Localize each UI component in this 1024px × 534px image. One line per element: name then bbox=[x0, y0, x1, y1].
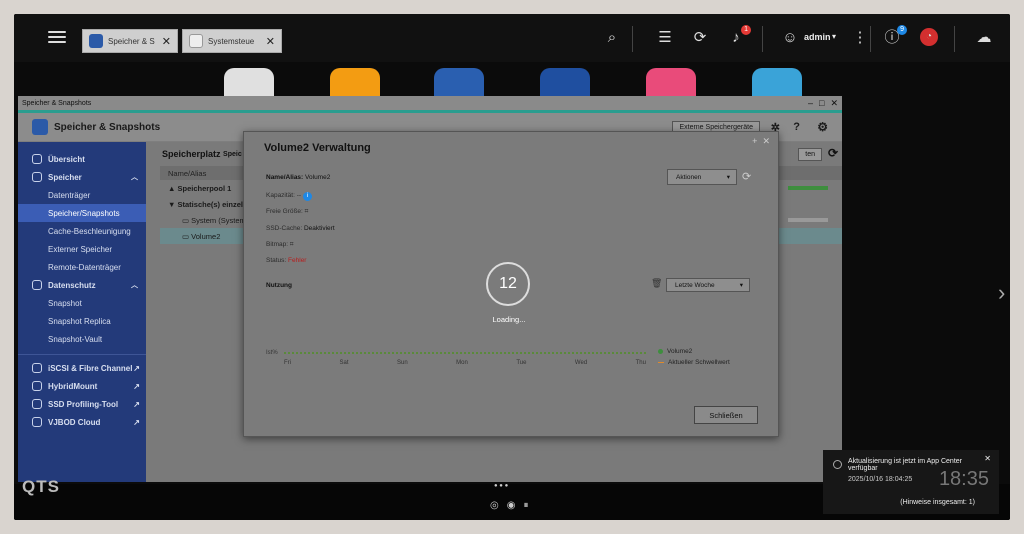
sidebar-item-remote[interactable]: Remote-Datenträger bbox=[18, 258, 146, 276]
pause-icon[interactable]: ⏸ bbox=[523, 500, 528, 511]
chevron-down-icon[interactable]: ▾ bbox=[832, 32, 836, 41]
usage-label: Nutzung bbox=[266, 282, 292, 289]
sidebar-item-external[interactable]: Externer Speicher bbox=[18, 240, 146, 258]
cloud-disk-icon bbox=[32, 417, 42, 427]
refresh-icon[interactable]: ⟳ bbox=[742, 170, 751, 183]
maximize-icon[interactable]: □ bbox=[819, 98, 824, 109]
storage-app-icon bbox=[89, 34, 103, 48]
actions-dropdown[interactable]: Aktionen ▾ bbox=[667, 169, 737, 185]
search-icon[interactable]: ⌕ bbox=[602, 28, 622, 48]
dock-tools: ◎ ◉ ⏸ bbox=[490, 500, 528, 511]
status-value: Fehler bbox=[288, 257, 307, 264]
help-icon[interactable]: ? bbox=[793, 121, 800, 133]
qts-logo: QTS bbox=[22, 477, 60, 496]
trash-icon[interactable]: 🗑 bbox=[651, 278, 662, 289]
sync-icon[interactable]: ⟳ bbox=[690, 28, 710, 48]
external-link-icon: ↗ bbox=[133, 417, 140, 427]
volume-management-dialog: Volume2 Verwaltung + ✕ Name/Alias: Volum… bbox=[243, 131, 779, 437]
volume-name: Volume2 bbox=[305, 174, 331, 181]
window-titlebar: Speicher & Snapshots – □ ✕ bbox=[18, 96, 842, 110]
chevron-up-icon: ︿ bbox=[131, 282, 138, 289]
bell-icon[interactable]: ♪ 1 bbox=[726, 25, 751, 48]
gear-icon bbox=[189, 34, 203, 48]
sidebar: Übersicht Speicher ︿ Datenträger Speicher… bbox=[18, 142, 146, 482]
shield-icon bbox=[32, 280, 42, 290]
sidebar-item-vjbod[interactable]: VJBOD Cloud ↗ bbox=[18, 413, 146, 431]
sidebar-item-snapshot-vault[interactable]: Snapshot-Vault bbox=[18, 330, 146, 348]
more-icon[interactable]: ⋮ bbox=[850, 28, 870, 48]
settings-icon[interactable]: ⚙ bbox=[817, 120, 828, 134]
chevron-right-icon[interactable]: › bbox=[998, 280, 1005, 306]
range-select[interactable]: Letzte Woche ▾ bbox=[666, 278, 750, 292]
chevron-up-icon: ︿ bbox=[131, 174, 138, 181]
dashboard-icon[interactable]: ◎ bbox=[490, 500, 499, 511]
dashboard-icon bbox=[32, 154, 42, 164]
tab-storage[interactable]: Speicher & S ✕ bbox=[82, 29, 178, 53]
usage-bar bbox=[788, 218, 828, 222]
x-axis: Fri Sat Sun Mon Tue Wed Thu bbox=[284, 360, 646, 366]
page-dots[interactable]: ● ● ● bbox=[494, 483, 508, 489]
volume-line bbox=[284, 352, 646, 354]
tasks-icon[interactable]: ☰ bbox=[655, 28, 675, 48]
notification-badge: 1 bbox=[741, 25, 751, 35]
clock: 18:35 bbox=[938, 468, 989, 490]
legend-threshold: Aktueller Schwellwert bbox=[658, 359, 730, 366]
notification-toast: ✕ Aktualisierung ist jetzt im App Center… bbox=[823, 450, 999, 514]
dialog-title: Volume2 Verwaltung bbox=[264, 142, 371, 154]
hybridmount-icon bbox=[32, 381, 42, 391]
info-badge: 9 bbox=[897, 25, 907, 35]
info-icon[interactable]: ⓘ 9 bbox=[882, 25, 907, 48]
loading-spinner: 12 bbox=[486, 262, 530, 306]
external-link-icon: ↗ bbox=[133, 399, 140, 409]
external-link-icon: ↗ bbox=[133, 381, 140, 391]
sidebar-item-snapshot-replica[interactable]: Snapshot Replica bbox=[18, 312, 146, 330]
storage-logo-icon bbox=[32, 119, 48, 135]
close-button[interactable]: Schließen bbox=[694, 406, 758, 424]
sidebar-item-snapshot[interactable]: Snapshot bbox=[18, 294, 146, 312]
user-name[interactable]: admin bbox=[804, 32, 831, 42]
sidebar-item-cache[interactable]: Cache-Beschleunigung bbox=[18, 222, 146, 240]
close-tab-icon[interactable]: ✕ bbox=[266, 35, 275, 48]
dashboard-icon[interactable]: ◔ bbox=[920, 28, 938, 46]
close-icon[interactable]: ✕ bbox=[762, 136, 770, 146]
database-icon bbox=[32, 172, 42, 182]
sidebar-item-disks[interactable]: Datenträger bbox=[18, 186, 146, 204]
sidebar-item-hybridmount[interactable]: HybridMount ↗ bbox=[18, 377, 146, 395]
top-bar: Speicher & S ✕ Systemsteue ✕ ⌕ ☰ ⟳ ♪ 1 ☺ … bbox=[14, 14, 1010, 62]
legend-volume: Volume2 bbox=[658, 348, 692, 355]
close-tab-icon[interactable]: ✕ bbox=[162, 35, 171, 48]
usage-chart: Ist% Fri Sat Sun Mon Tue Wed Thu bbox=[266, 350, 646, 366]
notification-count: (Hinweise insgesamt: 1) bbox=[900, 499, 975, 506]
loading-text: Loading... bbox=[492, 315, 526, 324]
tab-control-panel[interactable]: Systemsteue ✕ bbox=[182, 29, 282, 53]
sidebar-item-data-protection[interactable]: Datenschutz ︿ bbox=[18, 276, 146, 294]
info-icon[interactable]: i bbox=[302, 192, 312, 201]
user-icon[interactable]: ☺ bbox=[780, 28, 800, 48]
ssd-icon bbox=[32, 399, 42, 409]
sidebar-item-storage-snapshots[interactable]: Speicher/Snapshots bbox=[18, 204, 146, 222]
iscsi-icon bbox=[32, 363, 42, 373]
menu-icon[interactable] bbox=[48, 28, 66, 46]
external-link-icon: ↗ bbox=[133, 363, 140, 373]
sidebar-item-iscsi[interactable]: iSCSI & Fibre Channel ↗ bbox=[18, 359, 146, 377]
page-title: Speicherplatz bbox=[162, 149, 221, 159]
refresh-icon[interactable]: ⟳ bbox=[828, 146, 838, 160]
edit-icon[interactable]: ⌗ bbox=[305, 208, 309, 215]
close-icon[interactable]: ✕ bbox=[830, 98, 838, 109]
usage-bar bbox=[788, 186, 828, 190]
minimize-icon[interactable]: – bbox=[808, 98, 813, 109]
sidebar-item-storage[interactable]: Speicher ︿ bbox=[18, 168, 146, 186]
info-icon bbox=[833, 460, 842, 469]
cloud-icon[interactable]: ☁ bbox=[974, 28, 994, 48]
minimize-icon[interactable]: + bbox=[752, 136, 757, 146]
sidebar-item-overview[interactable]: Übersicht bbox=[18, 150, 146, 168]
edit-icon[interactable]: ⌗ bbox=[290, 241, 294, 248]
close-icon[interactable]: ✕ bbox=[984, 454, 991, 463]
search-icon[interactable]: ◉ bbox=[507, 500, 516, 511]
partial-button[interactable]: ten bbox=[798, 148, 822, 161]
sidebar-item-ssd-profiling[interactable]: SSD Profiling-Tool ↗ bbox=[18, 395, 146, 413]
